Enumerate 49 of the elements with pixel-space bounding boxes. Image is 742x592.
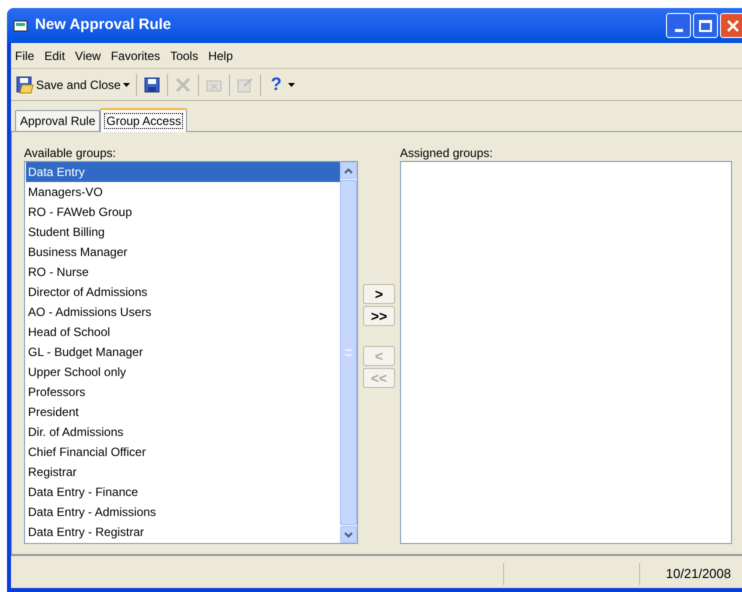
list-item[interactable]: AO - Admissions Users <box>26 302 340 322</box>
tab[interactable]: Group Access <box>100 108 188 132</box>
dropdown-arrow-icon <box>122 82 130 86</box>
window-title: New Approval Rule <box>35 15 172 36</box>
list-item[interactable]: Business Manager <box>26 242 340 262</box>
dropdown-arrow-icon <box>288 82 295 86</box>
x-icon <box>174 76 192 94</box>
save-and-close-button[interactable]: Save and Close <box>14 72 132 98</box>
list-item[interactable]: RO - FAWeb Group <box>26 202 340 222</box>
maximize-button[interactable] <box>693 13 718 38</box>
save-icon <box>16 76 34 94</box>
list-item[interactable]: Professors <box>26 382 340 402</box>
list-item[interactable]: President <box>26 402 340 422</box>
menu-item[interactable]: View <box>75 46 101 64</box>
menu-item[interactable]: Tools <box>170 46 198 64</box>
window-icon <box>13 18 29 32</box>
list-item[interactable]: Dir. of Admissions <box>26 422 340 442</box>
close-icon <box>726 18 740 32</box>
move-button[interactable]: > <box>363 284 395 304</box>
available-groups-label: Available groups: <box>24 146 117 160</box>
list-item[interactable]: Student Billing <box>26 222 340 242</box>
list-item[interactable]: GL - Budget Manager <box>26 342 340 362</box>
chevron-up-icon <box>344 168 353 174</box>
list-item[interactable]: Data Entry - Admissions <box>26 502 340 522</box>
list-item[interactable]: Director of Admissions <box>26 282 340 302</box>
menu-item[interactable]: Help <box>208 46 233 64</box>
assigned-groups-label: Assigned groups: <box>400 146 494 160</box>
list-item[interactable]: Data Entry - Registrar <box>26 522 340 542</box>
chevron-down-icon <box>344 532 353 538</box>
menu-item[interactable]: Edit <box>44 46 66 64</box>
list-item[interactable]: Data Entry <box>26 162 340 182</box>
tab[interactable]: Approval Rule <box>15 110 100 131</box>
help-button[interactable]: ? <box>264 72 297 98</box>
menu-item[interactable]: File <box>15 46 34 64</box>
minimize-button[interactable] <box>666 13 691 38</box>
scroll-up-button[interactable] <box>340 162 357 179</box>
list-item[interactable]: Registrar <box>26 462 340 482</box>
list-item[interactable]: Upper School only <box>26 362 340 382</box>
close-button[interactable] <box>720 13 742 38</box>
status-date: 10/21/2008 <box>664 565 732 584</box>
list-item[interactable]: Chief Financial Officer <box>26 442 340 462</box>
list-item[interactable]: Data Entry - Finance <box>26 482 340 502</box>
list-item[interactable]: RO - Nurse <box>26 262 340 282</box>
document-icon <box>236 76 254 94</box>
scroll-down-button[interactable] <box>340 526 357 543</box>
move-button[interactable]: >> <box>363 306 395 326</box>
menu-item[interactable]: Favorites <box>110 46 160 64</box>
list-item[interactable]: Head of School <box>26 322 340 342</box>
list-item[interactable]: Managers-VO <box>26 182 340 202</box>
